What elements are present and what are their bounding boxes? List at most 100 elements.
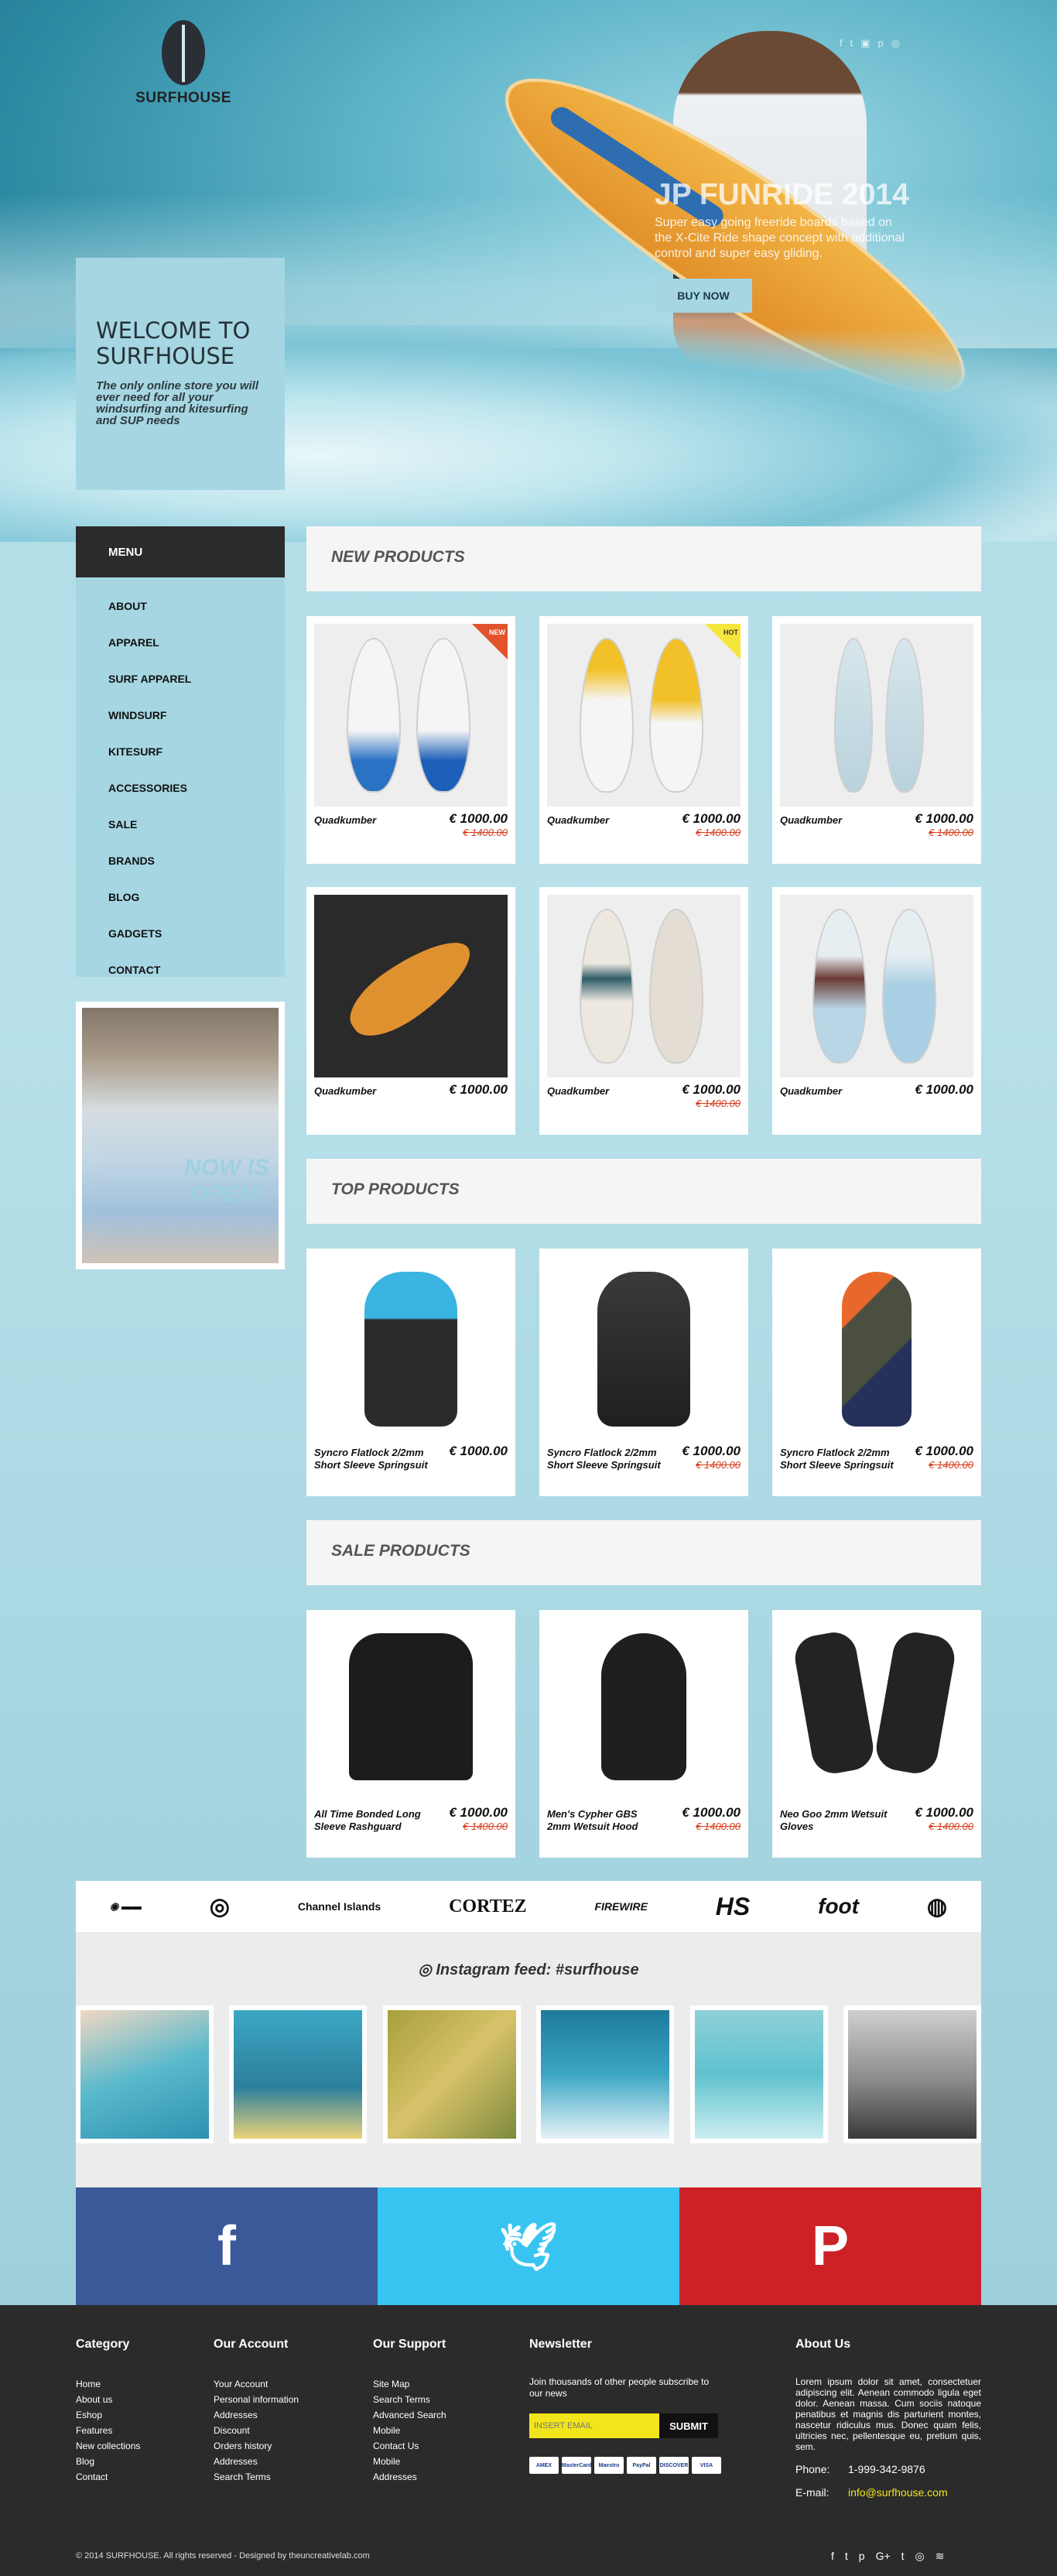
product-card[interactable]: Quadkumber € 1000.00 xyxy=(306,887,515,1135)
footer-link[interactable]: Site Map xyxy=(373,2376,446,2392)
facebook-share-button[interactable]: f xyxy=(76,2187,378,2305)
sale-products-heading: SALE PRODUCTS xyxy=(306,1520,981,1585)
facebook-icon[interactable]: f xyxy=(831,2550,834,2563)
footer-link[interactable]: Search Terms xyxy=(214,2469,299,2485)
tumblr-icon[interactable]: t xyxy=(901,2550,905,2563)
newsletter-email-input[interactable] xyxy=(529,2413,659,2438)
instagram-icon[interactable]: ◎ xyxy=(891,37,900,50)
footer-link[interactable]: Advanced Search xyxy=(373,2407,446,2423)
product-card[interactable]: Syncro Flatlock 2/2mm Short Sleeve Sprin… xyxy=(772,1249,981,1496)
site-logo[interactable]: SURFHOUSE xyxy=(133,20,234,113)
footer-link[interactable]: Orders history xyxy=(214,2438,299,2454)
footer-link[interactable]: Contact xyxy=(76,2469,140,2485)
footer-link[interactable]: Home xyxy=(76,2376,140,2392)
product-card[interactable]: Syncro Flatlock 2/2mm Short Sleeve Sprin… xyxy=(539,1249,748,1496)
product-name[interactable]: Quadkumber xyxy=(780,1085,896,1098)
sidebar-item-accessories[interactable]: ACCESSORIES xyxy=(76,770,285,807)
facebook-icon[interactable]: f xyxy=(840,37,843,50)
sidebar-item-sale[interactable]: SALE xyxy=(76,807,285,843)
product-card[interactable]: Quadkumber € 1000.00 xyxy=(772,887,981,1135)
footer-link[interactable]: New collections xyxy=(76,2438,140,2454)
sidebar-item-surf-apparel[interactable]: SURF APPAREL xyxy=(76,661,285,697)
instagram-photo[interactable] xyxy=(843,2006,981,2143)
footer-link[interactable]: Contact Us xyxy=(373,2438,446,2454)
instagram-photo[interactable] xyxy=(689,2006,828,2143)
email-link[interactable]: info@surfhouse.com xyxy=(848,2486,948,2499)
instagram-photo[interactable] xyxy=(229,2006,368,2143)
newsletter-submit-button[interactable]: SUBMIT xyxy=(659,2413,718,2438)
footer-link[interactable]: Addresses xyxy=(214,2454,299,2469)
instagram-photo[interactable] xyxy=(536,2006,675,2143)
sidebar-item-contact[interactable]: CONTACT xyxy=(76,952,285,988)
footer-link[interactable]: Eshop xyxy=(76,2407,140,2423)
new-products-heading: NEW PRODUCTS xyxy=(306,526,981,591)
product-card[interactable]: Men's Cypher GBS 2mm Wetsuit Hood € 1000… xyxy=(539,1610,748,1858)
sidebar-item-kitesurf[interactable]: KITESURF xyxy=(76,734,285,770)
product-name[interactable]: Neo Goo 2mm Wetsuit Gloves xyxy=(780,1808,896,1833)
store-open-banner[interactable]: NOW IS OPEN! xyxy=(76,1002,285,1269)
footer-link[interactable]: Your Account xyxy=(214,2376,299,2392)
product-card[interactable]: NEW Quadkumber € 1000.00 € 1400.00 xyxy=(306,616,515,864)
footer-link[interactable]: Personal information xyxy=(214,2392,299,2407)
pinterest-icon[interactable]: p xyxy=(878,37,884,50)
footer-link[interactable]: Mobile xyxy=(373,2454,446,2469)
footer-link[interactable]: Discount xyxy=(214,2423,299,2438)
sidebar-item-brands[interactable]: BRANDS xyxy=(76,843,285,879)
brand-logo-foot[interactable]: foot xyxy=(818,1894,859,1919)
footer-link[interactable]: Addresses xyxy=(214,2407,299,2423)
product-card[interactable]: Syncro Flatlock 2/2mm Short Sleeve Sprin… xyxy=(306,1249,515,1496)
brand-logo-2[interactable]: ◎ xyxy=(210,1893,230,1920)
product-card[interactable]: All Time Bonded Long Sleeve Rashguard € … xyxy=(306,1610,515,1858)
footer-link[interactable]: Blog xyxy=(76,2454,140,2469)
rss-icon[interactable]: ≋ xyxy=(936,2550,945,2563)
product-name[interactable]: Syncro Flatlock 2/2mm Short Sleeve Sprin… xyxy=(314,1447,430,1471)
product-card[interactable]: HOT Quadkumber € 1000.00 € 1400.00 xyxy=(539,616,748,864)
product-name[interactable]: Quadkumber xyxy=(314,814,430,827)
product-old-price: € 1400.00 xyxy=(463,1821,508,1832)
google-plus-icon[interactable]: G+ xyxy=(876,2550,891,2563)
product-name[interactable]: Quadkumber xyxy=(547,814,663,827)
product-old-price: € 1400.00 xyxy=(463,827,508,838)
twitter-icon[interactable]: t xyxy=(850,37,853,50)
buy-now-button[interactable]: BUY NOW xyxy=(655,279,752,313)
footer-link[interactable]: Mobile xyxy=(373,2423,446,2438)
product-name[interactable]: Men's Cypher GBS 2mm Wetsuit Hood xyxy=(547,1808,663,1833)
brand-logo-1[interactable]: ◉ ▬▬ xyxy=(110,1900,142,1913)
pinterest-icon[interactable]: p xyxy=(859,2550,865,2563)
product-name[interactable]: All Time Bonded Long Sleeve Rashguard xyxy=(314,1808,430,1833)
sidebar-item-about[interactable]: ABOUT xyxy=(76,588,285,625)
sidebar-item-windsurf[interactable]: WINDSURF xyxy=(76,697,285,734)
product-name[interactable]: Syncro Flatlock 2/2mm Short Sleeve Sprin… xyxy=(780,1447,896,1471)
twitter-share-button[interactable]: 🕊 xyxy=(378,2187,679,2305)
footer-link[interactable]: Features xyxy=(76,2423,140,2438)
product-name[interactable]: Quadkumber xyxy=(314,1085,430,1098)
product-old-price: € 1400.00 xyxy=(696,1459,741,1471)
instagram-photo[interactable] xyxy=(382,2006,521,2143)
product-name[interactable]: Syncro Flatlock 2/2mm Short Sleeve Sprin… xyxy=(547,1447,663,1471)
sidebar-item-gadgets[interactable]: GADGETS xyxy=(76,916,285,952)
footer-link[interactable]: Addresses xyxy=(373,2469,446,2485)
product-image xyxy=(314,1618,508,1800)
footer-link[interactable]: About us xyxy=(76,2392,140,2407)
sidebar-item-apparel[interactable]: APPAREL xyxy=(76,625,285,661)
product-image xyxy=(547,1618,741,1800)
sail-icon xyxy=(162,20,205,85)
product-card[interactable]: Neo Goo 2mm Wetsuit Gloves € 1000.00 € 1… xyxy=(772,1610,981,1858)
email-label: E-mail: xyxy=(795,2486,830,2499)
youtube-icon[interactable]: ▣ xyxy=(860,37,870,50)
brand-logo-hs[interactable]: HS xyxy=(716,1893,750,1921)
brand-logo-cortez[interactable]: CORTEZ xyxy=(449,1896,527,1917)
footer-link[interactable]: Search Terms xyxy=(373,2392,446,2407)
pinterest-share-button[interactable]: P xyxy=(679,2187,981,2305)
brand-logo-firewire[interactable]: FIREWIRE xyxy=(594,1900,647,1913)
brand-logo-channel-islands[interactable]: Channel Islands xyxy=(298,1900,381,1913)
product-name[interactable]: Quadkumber xyxy=(780,814,896,827)
product-card[interactable]: Quadkumber € 1000.00 € 1400.00 xyxy=(772,616,981,864)
twitter-icon[interactable]: t xyxy=(845,2550,848,2563)
instagram-icon[interactable]: ◎ xyxy=(915,2550,925,2563)
instagram-photo[interactable] xyxy=(76,2006,214,2143)
brand-logo-badge[interactable]: ◍ xyxy=(927,1893,947,1920)
product-name[interactable]: Quadkumber xyxy=(547,1085,663,1098)
sidebar-item-blog[interactable]: BLOG xyxy=(76,879,285,916)
product-card[interactable]: Quadkumber € 1000.00 € 1400.00 xyxy=(539,887,748,1135)
